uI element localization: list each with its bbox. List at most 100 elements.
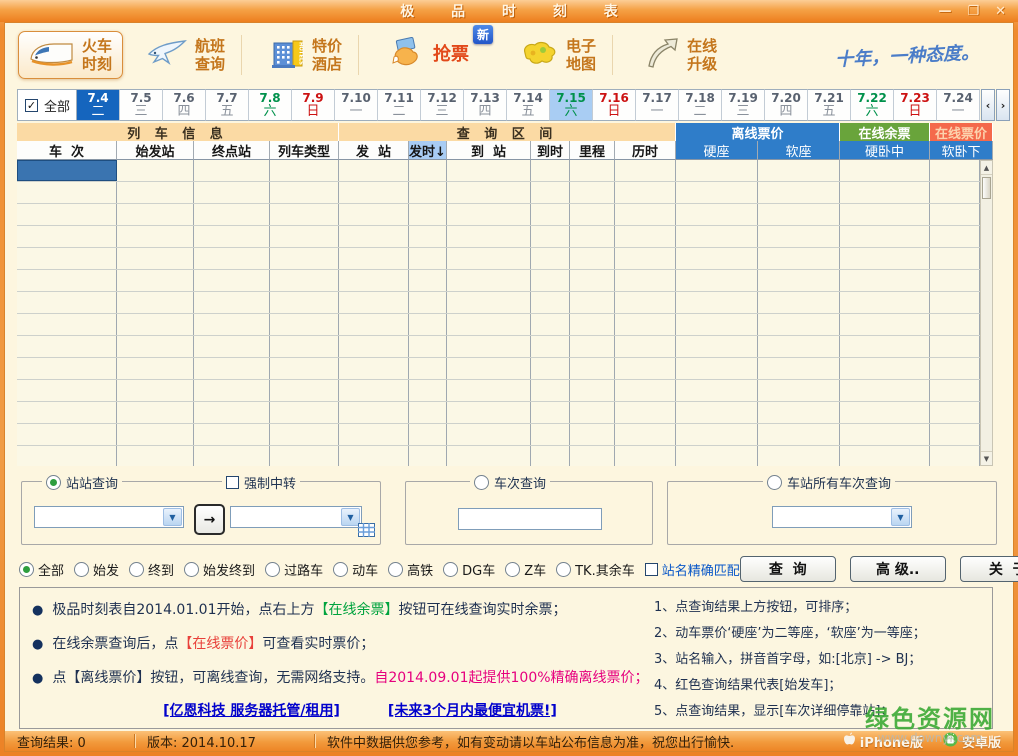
column-header[interactable]: 到时 [531, 141, 570, 160]
table-cell[interactable] [17, 270, 117, 291]
table-cell[interactable] [447, 270, 531, 291]
table-cell[interactable] [17, 424, 117, 445]
column-header[interactable]: 终点站 [194, 141, 270, 160]
table-cell[interactable] [570, 270, 615, 291]
table-cell[interactable] [840, 424, 930, 445]
swap-direction-button[interactable]: → [194, 504, 225, 535]
table-row[interactable] [17, 446, 980, 466]
table-cell[interactable] [17, 204, 117, 225]
table-cell[interactable] [930, 292, 980, 313]
search-button[interactable]: 查 询 [740, 556, 836, 582]
table-cell[interactable] [570, 358, 615, 379]
table-cell[interactable] [531, 424, 570, 445]
table-cell[interactable] [531, 402, 570, 423]
table-cell[interactable] [676, 380, 758, 401]
date-tab-7.19[interactable]: 7.19三 [722, 89, 765, 121]
table-cell[interactable] [117, 446, 194, 466]
table-cell[interactable] [409, 182, 447, 203]
table-row[interactable] [17, 292, 980, 314]
table-cell[interactable] [447, 380, 531, 401]
table-cell[interactable] [758, 336, 840, 357]
table-cell[interactable] [758, 160, 840, 181]
table-cell[interactable] [531, 226, 570, 247]
table-cell[interactable] [758, 424, 840, 445]
table-cell[interactable] [270, 182, 339, 203]
table-cell[interactable] [758, 380, 840, 401]
table-cell[interactable] [270, 270, 339, 291]
table-cell[interactable] [615, 270, 676, 291]
table-cell[interactable] [676, 204, 758, 225]
table-cell[interactable] [447, 204, 531, 225]
table-cell[interactable] [570, 182, 615, 203]
table-cell[interactable] [930, 248, 980, 269]
table-row[interactable] [17, 314, 980, 336]
table-cell[interactable] [117, 314, 194, 335]
chevron-down-icon[interactable]: ▼ [163, 508, 182, 526]
column-header[interactable]: 车 次 [17, 141, 117, 160]
table-cell[interactable] [117, 204, 194, 225]
table-cell[interactable] [194, 358, 270, 379]
table-cell[interactable] [194, 182, 270, 203]
table-cell[interactable] [339, 248, 409, 269]
table-cell[interactable] [840, 446, 930, 466]
table-cell[interactable] [117, 380, 194, 401]
table-cell[interactable] [676, 402, 758, 423]
dates-scroll-left-button[interactable]: ‹ [981, 89, 995, 121]
table-cell[interactable] [447, 160, 531, 181]
table-cell[interactable] [570, 336, 615, 357]
table-cell[interactable] [930, 160, 980, 181]
table-cell[interactable] [758, 358, 840, 379]
column-header[interactable]: 到 站 [447, 141, 531, 160]
column-header[interactable]: 发时↓ [409, 141, 447, 160]
column-header[interactable]: 软座 [758, 141, 840, 160]
column-header[interactable]: 里程 [570, 141, 615, 160]
station-list-grid-icon[interactable] [358, 522, 375, 541]
table-cell[interactable] [194, 270, 270, 291]
table-cell[interactable] [17, 314, 117, 335]
table-cell[interactable] [570, 402, 615, 423]
table-cell[interactable] [339, 160, 409, 181]
date-tab-7.9[interactable]: 7.9日 [292, 89, 335, 121]
close-button[interactable]: ✕ [995, 4, 1006, 19]
table-cell[interactable] [117, 336, 194, 357]
table-cell[interactable] [409, 424, 447, 445]
date-tab-7.8[interactable]: 7.8六 [249, 89, 292, 121]
table-cell[interactable] [270, 402, 339, 423]
table-cell[interactable] [758, 226, 840, 247]
column-header[interactable]: 始发站 [117, 141, 194, 160]
table-cell[interactable] [194, 336, 270, 357]
table-cell[interactable] [17, 160, 117, 181]
table-cell[interactable] [531, 314, 570, 335]
table-cell[interactable] [615, 292, 676, 313]
table-cell[interactable] [758, 314, 840, 335]
table-cell[interactable] [17, 380, 117, 401]
table-row[interactable] [17, 380, 980, 402]
table-cell[interactable] [117, 402, 194, 423]
table-cell[interactable] [840, 182, 930, 203]
table-row[interactable] [17, 160, 980, 182]
table-cell[interactable] [409, 314, 447, 335]
table-cell[interactable] [17, 358, 117, 379]
table-cell[interactable] [531, 292, 570, 313]
date-tab-7.7[interactable]: 7.7五 [206, 89, 249, 121]
table-row[interactable] [17, 358, 980, 380]
column-header[interactable]: 列车类型 [270, 141, 339, 160]
about-button[interactable]: 关 于 [960, 556, 1018, 582]
table-cell[interactable] [409, 248, 447, 269]
station-query-radio[interactable]: 站站查询 [42, 473, 122, 492]
table-cell[interactable] [270, 336, 339, 357]
table-cell[interactable] [270, 204, 339, 225]
table-cell[interactable] [615, 424, 676, 445]
table-cell[interactable] [194, 248, 270, 269]
table-cell[interactable] [676, 314, 758, 335]
toolbar-button-hotel-deals[interactable]: HOTELS 特价酒店 [261, 32, 352, 78]
table-cell[interactable] [194, 380, 270, 401]
table-cell[interactable] [840, 204, 930, 225]
table-cell[interactable] [570, 446, 615, 466]
station-all-trains-radio[interactable]: 车站所有车次查询 [763, 473, 895, 492]
filter-radio[interactable]: 始发终到 [184, 560, 255, 579]
table-cell[interactable] [615, 314, 676, 335]
toolbar-button-online-upgrade[interactable]: 在线升级 [632, 32, 727, 78]
table-cell[interactable] [270, 248, 339, 269]
scroll-down-icon[interactable]: ▼ [981, 451, 992, 465]
